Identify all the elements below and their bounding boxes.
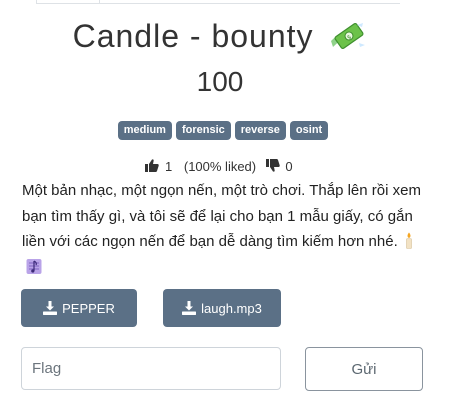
top-tab-fragment[interactable]: [36, 0, 100, 4]
money-with-wings-icon: $: [331, 22, 366, 50]
file-label: PEPPER: [62, 300, 115, 316]
description-text: Một bản nhạc, một ngọn nến, một trò chơi…: [22, 182, 421, 250]
submit-button[interactable]: Gửi: [305, 347, 423, 391]
file-label: laugh.mp3: [201, 300, 262, 316]
challenge-title-row: Candle - bounty $: [0, 18, 440, 55]
tag-list: medium forensic reverse osint: [0, 121, 446, 140]
thumbs-down-icon[interactable]: [265, 159, 280, 172]
liked-percentage: (100% liked): [183, 159, 257, 174]
likes-count: 1: [165, 159, 173, 174]
download-icon: [182, 301, 197, 315]
top-divider: [98, 3, 400, 4]
challenge-description: Một bản nhạc, một ngọn nến, một trò chơi…: [22, 178, 422, 280]
download-laugh-mp3-button[interactable]: laugh.mp3: [163, 289, 281, 327]
challenge-points: 100: [196, 66, 244, 97]
tag-badge: medium: [117, 121, 172, 140]
dislikes-count: 0: [285, 159, 293, 174]
candle-icon: [405, 232, 412, 249]
music-score-icon: [26, 258, 42, 274]
download-icon: [43, 301, 58, 315]
tag-badge: osint: [289, 121, 329, 140]
tag-badge: reverse: [234, 121, 286, 140]
vote-bar: 1 (100% liked) 0: [0, 159, 440, 174]
challenge-title: Candle - bounty: [72, 18, 314, 54]
download-pepper-button[interactable]: PEPPER: [21, 289, 137, 327]
tag-badge: forensic: [175, 121, 231, 140]
thumbs-up-icon[interactable]: [145, 159, 160, 172]
flag-input[interactable]: [21, 347, 281, 390]
